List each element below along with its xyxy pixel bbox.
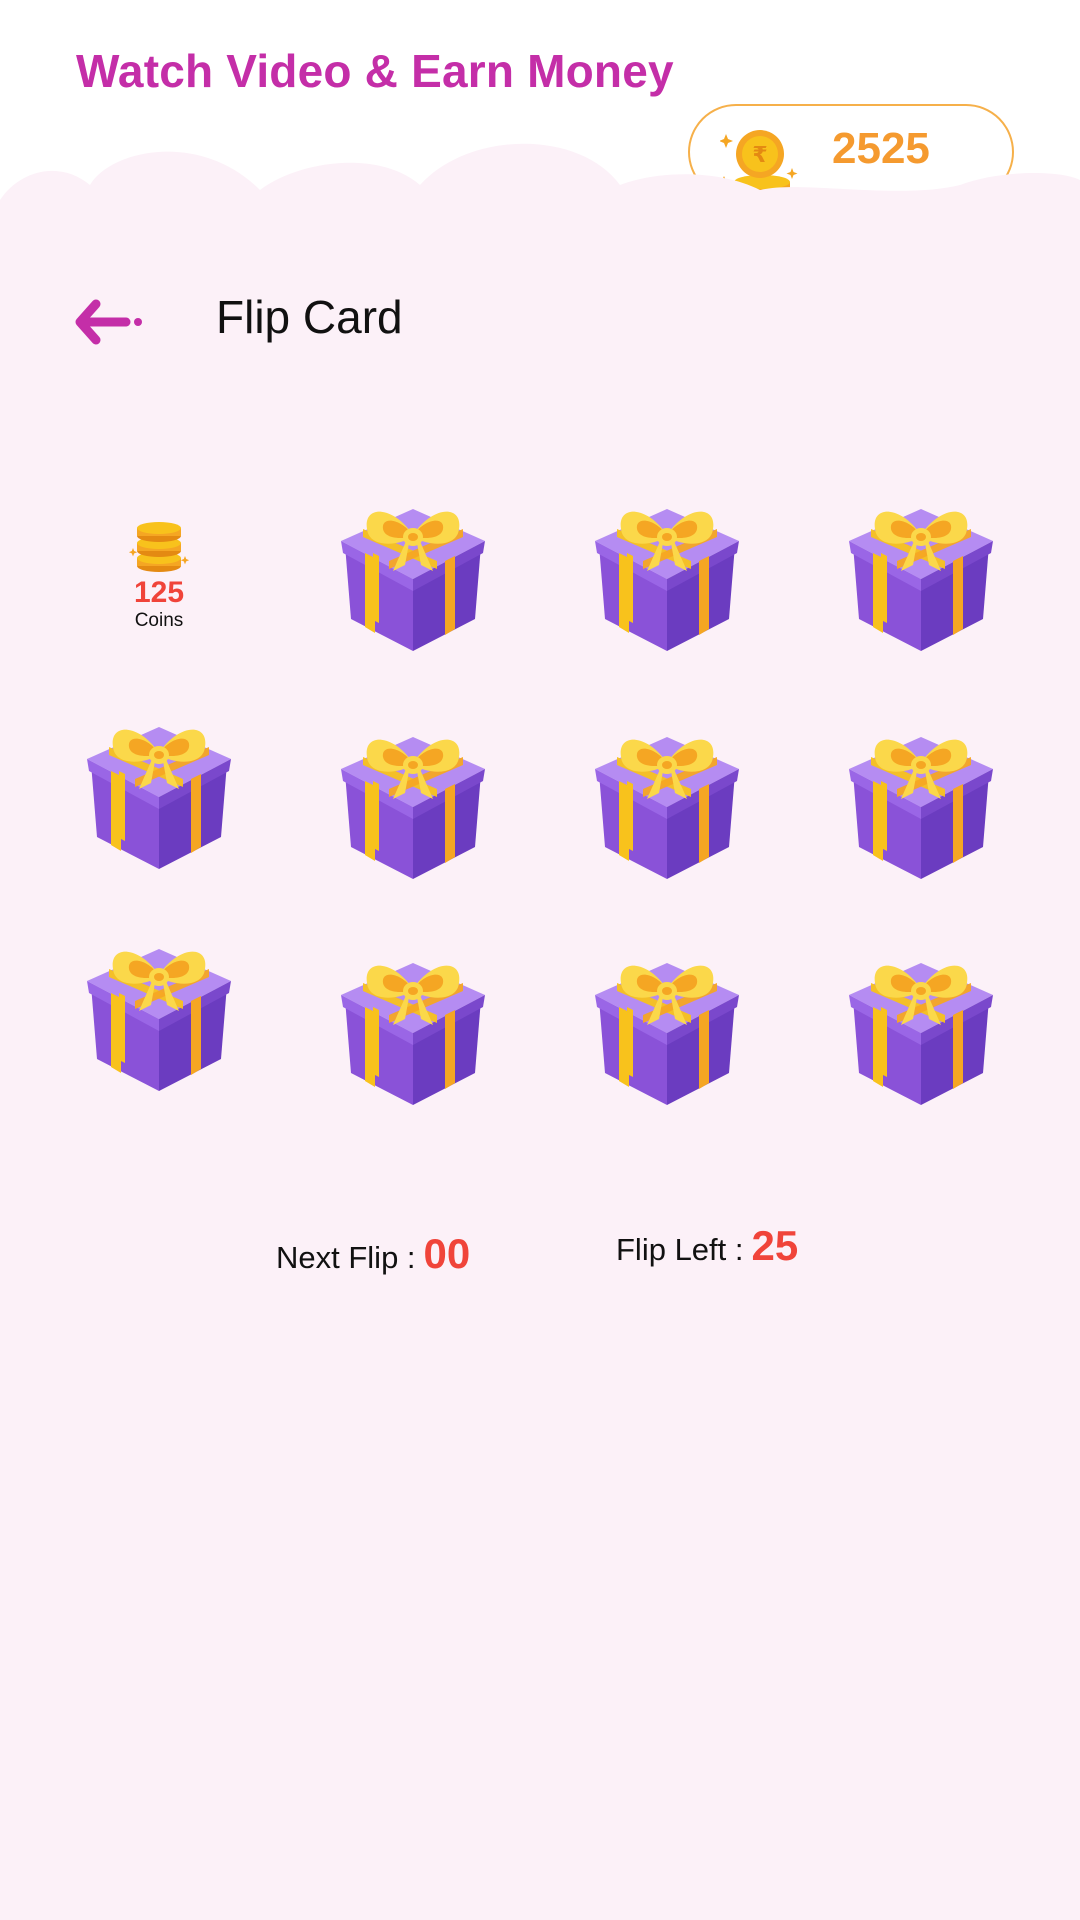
flip-left-value: 25 xyxy=(751,1222,799,1269)
gift-box-icon xyxy=(341,963,485,1105)
gift-box-icon xyxy=(595,737,739,879)
flip-card-grid: 125 Coins xyxy=(64,480,1016,1140)
gift-card[interactable] xyxy=(64,920,254,1110)
next-flip-stat: Next Flip :00 xyxy=(276,1230,470,1278)
flip-left-label: Flip Left : xyxy=(616,1232,744,1267)
reward-amount: 125 xyxy=(133,576,185,609)
page-title: Flip Card xyxy=(216,291,403,343)
gift-card[interactable] xyxy=(64,698,254,888)
gift-card[interactable] xyxy=(318,708,508,898)
gift-card[interactable] xyxy=(318,480,508,670)
back-arrow-icon[interactable] xyxy=(74,298,144,346)
gift-box-icon xyxy=(849,737,993,879)
flip-left-stat: Flip Left :25 xyxy=(616,1222,798,1270)
gift-card[interactable] xyxy=(826,708,1016,898)
gift-card[interactable] xyxy=(826,480,1016,670)
gift-box-icon xyxy=(595,509,739,651)
gift-box-icon xyxy=(87,727,231,869)
app-title: Watch Video & Earn Money xyxy=(76,45,674,97)
gift-box-icon xyxy=(595,963,739,1105)
gift-box-icon xyxy=(849,963,993,1105)
gift-box-icon xyxy=(87,949,231,1091)
gift-card[interactable] xyxy=(318,934,508,1124)
reward-unit: Coins xyxy=(134,610,184,631)
gift-box-icon xyxy=(341,509,485,651)
gift-card[interactable] xyxy=(572,708,762,898)
next-flip-value: 00 xyxy=(423,1230,471,1277)
gift-card[interactable] xyxy=(572,480,762,670)
coin-stack-icon xyxy=(129,522,189,572)
gift-card[interactable] xyxy=(572,934,762,1124)
gift-box-icon xyxy=(849,509,993,651)
revealed-card: 125 Coins xyxy=(64,480,254,670)
next-flip-label: Next Flip : xyxy=(276,1240,416,1275)
gift-box-icon xyxy=(341,737,485,879)
flip-stats: Next Flip :00 Flip Left :25 xyxy=(0,1222,1080,1288)
gift-card[interactable] xyxy=(826,934,1016,1124)
